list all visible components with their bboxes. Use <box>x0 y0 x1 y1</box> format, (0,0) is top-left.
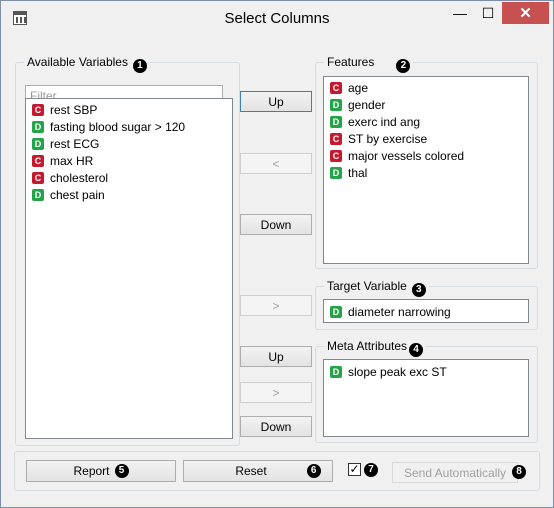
target-variable-group: Target Variable 3 Ddiameter narrowing <box>315 279 538 330</box>
features-list[interactable]: Cage Dgender Dexerc ind ang C ST by exercise… <box>323 76 529 264</box>
feature-item-label: thal <box>348 165 368 180</box>
marker-6: 6 <box>306 464 321 478</box>
discrete-variable-icon: D <box>330 98 342 111</box>
meta-attributes-group: Meta Attributes 4 Dslope peak exc ST <box>315 339 538 443</box>
discrete-variable-icon: D <box>32 120 44 133</box>
available-variable-item[interactable]: Drest ECG <box>26 135 232 152</box>
feature-item[interactable]: Cage <box>324 79 528 96</box>
features-label: Features <box>327 55 375 69</box>
feature-item-label: ST by exercise <box>348 131 428 146</box>
close-button[interactable]: ✕ <box>502 2 549 24</box>
feature-item[interactable]: Cmajor vessels colored <box>324 147 528 164</box>
target-variable-item[interactable]: Ddiameter narrowing <box>324 303 528 320</box>
discrete-variable-icon: D <box>330 365 342 378</box>
continuous-variable-icon: C <box>330 81 342 94</box>
marker-1: 1 <box>132 59 147 73</box>
minimize-button[interactable]: — <box>445 2 475 24</box>
reset-label: Reset <box>235 464 267 478</box>
report-button[interactable]: Report 5 <box>26 460 176 482</box>
discrete-variable-icon: D <box>330 305 342 318</box>
feature-item-label: gender <box>348 97 386 112</box>
auto-send-checkbox[interactable]: ✓ <box>348 463 361 476</box>
available-variable-item-label: chest pain <box>50 187 105 202</box>
continuous-variable-icon: C <box>32 171 44 184</box>
move-to-available-button[interactable]: < <box>240 153 312 174</box>
feature-item[interactable]: Dthal <box>324 164 528 181</box>
available-variable-item[interactable]: Crest SBP <box>26 101 232 118</box>
marker-2: 2 <box>396 59 411 73</box>
available-variable-item-label: cholesterol <box>50 170 109 185</box>
target-variable-title: Target Variable 3 <box>324 279 429 297</box>
marker-7: 7 <box>364 463 378 477</box>
features-title: Features 2 <box>324 55 414 73</box>
marker-3: 3 <box>411 283 426 297</box>
available-variable-item[interactable]: Cmax HR <box>26 152 232 169</box>
feature-item-label: age <box>348 80 369 95</box>
send-automatically-button[interactable]: Send Automatically <box>392 462 518 483</box>
available-variables-label: Available Variables <box>27 55 128 69</box>
available-variables-title: Available Variables 1 <box>24 55 150 73</box>
target-variable-item-label: diameter narrowing <box>348 304 451 319</box>
meta-up-button[interactable]: Up <box>240 346 312 367</box>
feature-item-label: exerc ind ang <box>348 114 421 129</box>
discrete-variable-icon: D <box>32 137 44 150</box>
marker-5: 5 <box>114 464 129 478</box>
meta-attribute-item[interactable]: Dslope peak exc ST <box>324 363 528 380</box>
target-variable-list[interactable]: Ddiameter narrowing <box>323 299 529 323</box>
discrete-variable-icon: D <box>330 115 342 128</box>
available-variable-item[interactable]: Dfasting blood sugar > 120 <box>26 118 232 135</box>
available-variable-item-label: rest SBP <box>50 102 98 117</box>
available-variable-item-label: max HR <box>50 153 94 168</box>
available-variables-list[interactable]: Crest SBP Dfasting blood sugar > 120 Drest… <box>25 98 233 439</box>
available-variables-group: Available Variables 1 Filter Crest SBP Dfa… <box>15 55 240 446</box>
report-label: Report <box>73 464 110 478</box>
continuous-variable-icon: C <box>330 132 342 145</box>
title-bar: Select Columns — ☐ ✕ <box>1 1 553 35</box>
meta-attributes-label: Meta Attributes <box>327 339 408 353</box>
feature-item[interactable]: Dgender <box>324 96 528 113</box>
available-variable-item-label: fasting blood sugar > 120 <box>50 119 186 134</box>
feature-item[interactable]: C ST by exercise <box>324 130 528 147</box>
reset-button[interactable]: Reset 6 <box>183 460 333 482</box>
meta-attributes-list[interactable]: Dslope peak exc ST <box>323 359 529 437</box>
available-variable-item[interactable]: Ccholesterol <box>26 169 232 186</box>
feature-item-label: major vessels colored <box>348 148 465 163</box>
discrete-variable-icon: D <box>32 188 44 201</box>
continuous-variable-icon: C <box>32 103 44 116</box>
meta-attribute-item-label: slope peak exc ST <box>348 364 447 379</box>
features-group: Features 2 Cage Dgender Dexerc ind ang C ST b… <box>315 55 538 269</box>
target-variable-label: Target Variable <box>327 279 407 293</box>
discrete-variable-icon: D <box>330 166 342 179</box>
feature-item[interactable]: Dexerc ind ang <box>324 113 528 130</box>
maximize-button[interactable]: ☐ <box>475 2 501 24</box>
meta-down-button[interactable]: Down <box>240 416 312 437</box>
marker-8: 8 <box>512 465 526 479</box>
features-down-button[interactable]: Down <box>240 214 312 235</box>
send-automatically-label: Send Automatically <box>403 465 507 480</box>
available-variable-item-label: rest ECG <box>50 136 100 151</box>
marker-4: 4 <box>409 343 424 357</box>
continuous-variable-icon: C <box>32 154 44 167</box>
move-to-target-button[interactable]: > <box>240 295 312 316</box>
move-to-meta-button[interactable]: > <box>240 382 312 403</box>
available-variable-item[interactable]: Dchest pain <box>26 186 232 203</box>
features-up-button[interactable]: Up <box>240 91 312 112</box>
continuous-variable-icon: C <box>330 149 342 162</box>
meta-attributes-title: Meta Attributes 4 <box>324 339 427 357</box>
